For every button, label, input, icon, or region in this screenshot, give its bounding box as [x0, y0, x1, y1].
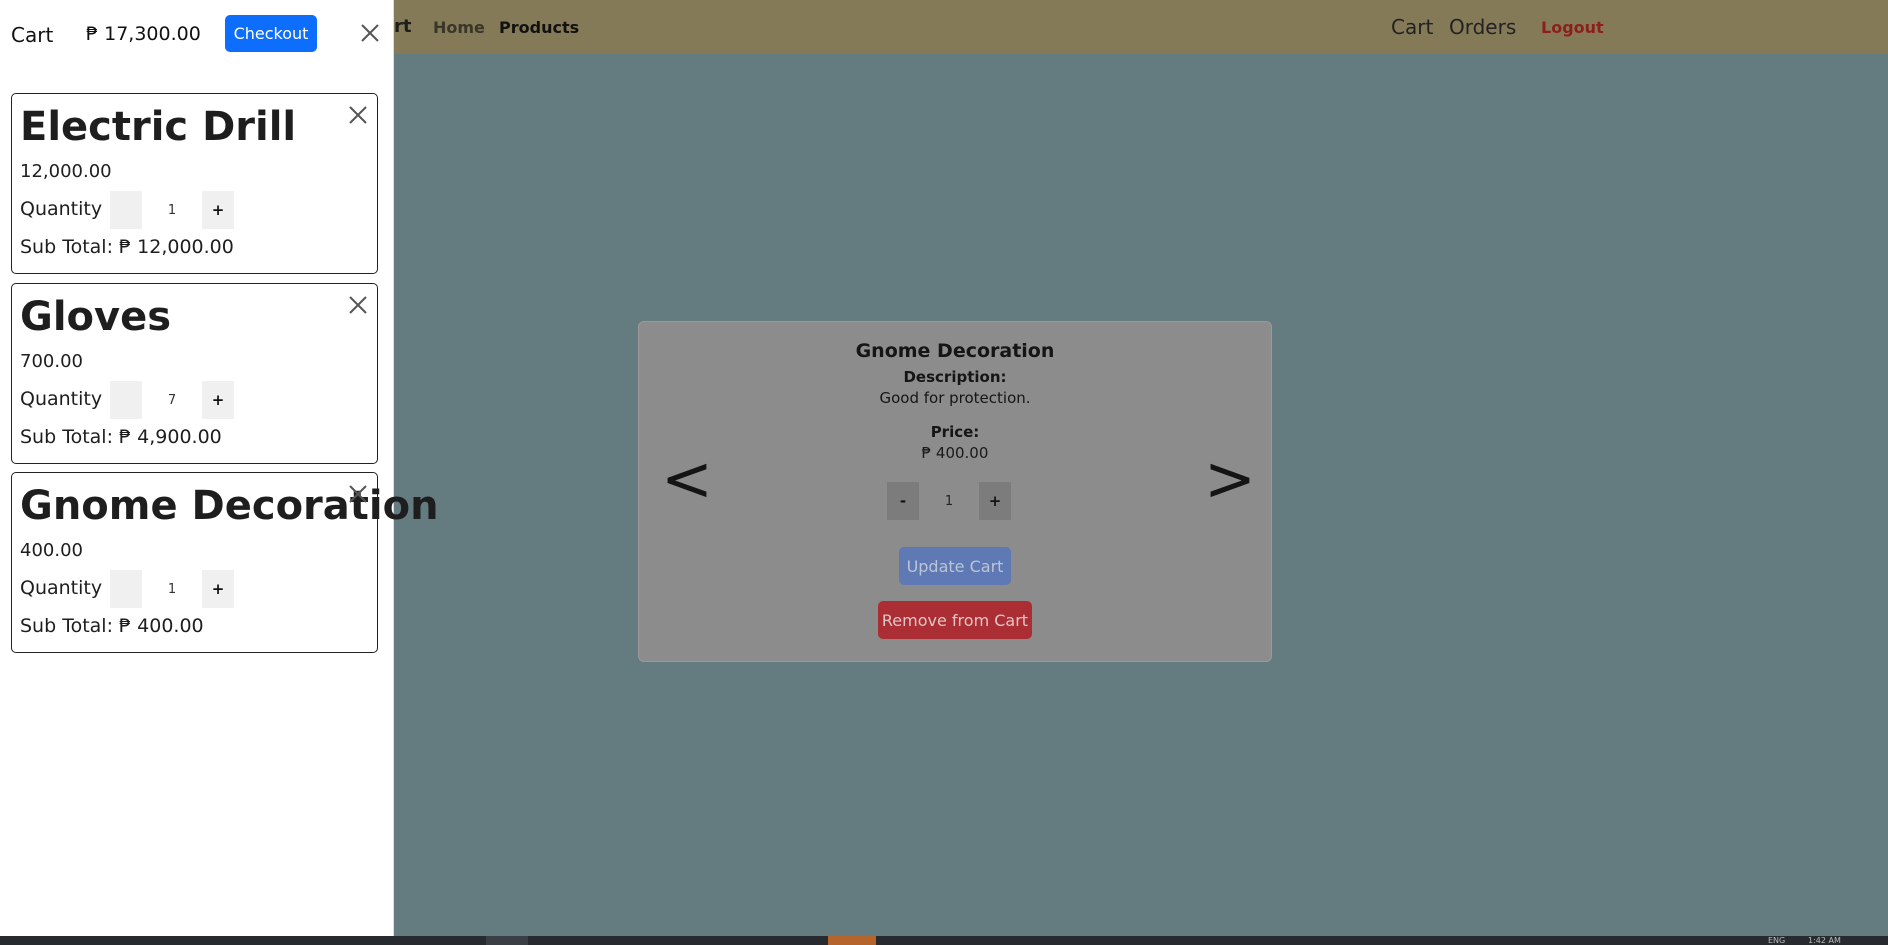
taskbar-clock: 1:42 AM: [1808, 936, 1841, 945]
quantity-input[interactable]: 1: [142, 570, 202, 608]
taskbar-app-active[interactable]: [828, 936, 876, 945]
cart-item-quantity-label: Quantity: [20, 198, 103, 220]
cart-item-subtotal: Sub Total: ₱ 12,000.00: [20, 236, 234, 258]
remove-item-icon[interactable]: [347, 294, 369, 316]
close-icon[interactable]: [358, 21, 382, 45]
checkout-button[interactable]: Checkout: [225, 15, 317, 52]
nav-link-logout[interactable]: Logout: [1541, 18, 1604, 37]
quantity-stepper: - 1 +: [887, 482, 1011, 520]
nav-link-products[interactable]: Products: [499, 18, 579, 37]
cart-item-quantity-label: Quantity: [20, 388, 103, 410]
navbar-brand[interactable]: rt: [394, 16, 411, 37]
decrement-button[interactable]: [110, 570, 142, 608]
increment-button[interactable]: +: [202, 381, 234, 419]
cart-item-price: 400.00: [20, 540, 83, 561]
price-value: ₱ 400.00: [921, 444, 989, 462]
product-card: Gnome Decoration Description: Good for p…: [638, 321, 1272, 662]
cart-item-quantity-label: Quantity: [20, 577, 103, 599]
cart-item-price: 12,000.00: [20, 161, 112, 182]
description-label: Description:: [903, 368, 1007, 386]
nav-link-cart[interactable]: Cart: [1391, 15, 1433, 39]
next-product-button[interactable]: >: [1204, 442, 1256, 515]
quantity-input[interactable]: 1: [142, 191, 202, 229]
prev-product-button[interactable]: <: [661, 442, 713, 515]
remove-from-cart-button[interactable]: Remove from Cart: [878, 601, 1032, 639]
decrement-button[interactable]: -: [887, 482, 919, 520]
cart-item-name: Gloves: [20, 294, 172, 340]
taskbar-lang: ENG: [1768, 936, 1786, 945]
decrement-button[interactable]: [110, 191, 142, 229]
nav-link-home[interactable]: Home: [433, 18, 485, 37]
increment-button[interactable]: +: [979, 482, 1011, 520]
quantity-input[interactable]: 1: [919, 482, 979, 520]
decrement-button[interactable]: [110, 381, 142, 419]
cart-item: Gnome Decoration 400.00 Quantity 1 + Sub…: [11, 472, 439, 653]
increment-button[interactable]: +: [202, 191, 234, 229]
quantity-input[interactable]: 7: [142, 381, 202, 419]
description-text: Good for protection.: [879, 389, 1031, 407]
taskbar-app[interactable]: [486, 936, 528, 945]
cart-item: Electric Drill 12,000.00 Quantity 1 + Su…: [11, 93, 378, 274]
cart-item-quantity-stepper: 1 +: [110, 570, 234, 608]
product-title: Gnome Decoration: [855, 340, 1055, 362]
cart-title: Cart: [11, 23, 54, 47]
cart-item-subtotal: Sub Total: ₱ 400.00: [20, 615, 204, 637]
cart-offcanvas: Cart ₱ 17,300.00 Checkout Electric Drill…: [0, 0, 439, 936]
nav-link-orders[interactable]: Orders: [1449, 15, 1516, 39]
taskbar: ENG 1:42 AM: [0, 936, 1888, 945]
remove-item-icon[interactable]: [347, 483, 369, 505]
price-label: Price:: [930, 423, 980, 441]
cart-item-quantity-stepper: 7 +: [110, 381, 234, 419]
increment-button[interactable]: +: [202, 570, 234, 608]
remove-item-icon[interactable]: [347, 104, 369, 126]
cart-item-name: Electric Drill: [20, 104, 297, 150]
cart-item-price: 700.00: [20, 351, 83, 372]
cart-item-quantity-stepper: 1 +: [110, 191, 234, 229]
cart-item: Gloves 700.00 Quantity 7 + Sub Total: ₱ …: [11, 283, 378, 464]
cart-total: ₱ 17,300.00: [86, 23, 201, 45]
cart-item-subtotal: Sub Total: ₱ 4,900.00: [20, 426, 222, 448]
update-cart-button[interactable]: Update Cart: [899, 547, 1011, 585]
cart-item-name: Gnome Decoration: [20, 483, 439, 529]
